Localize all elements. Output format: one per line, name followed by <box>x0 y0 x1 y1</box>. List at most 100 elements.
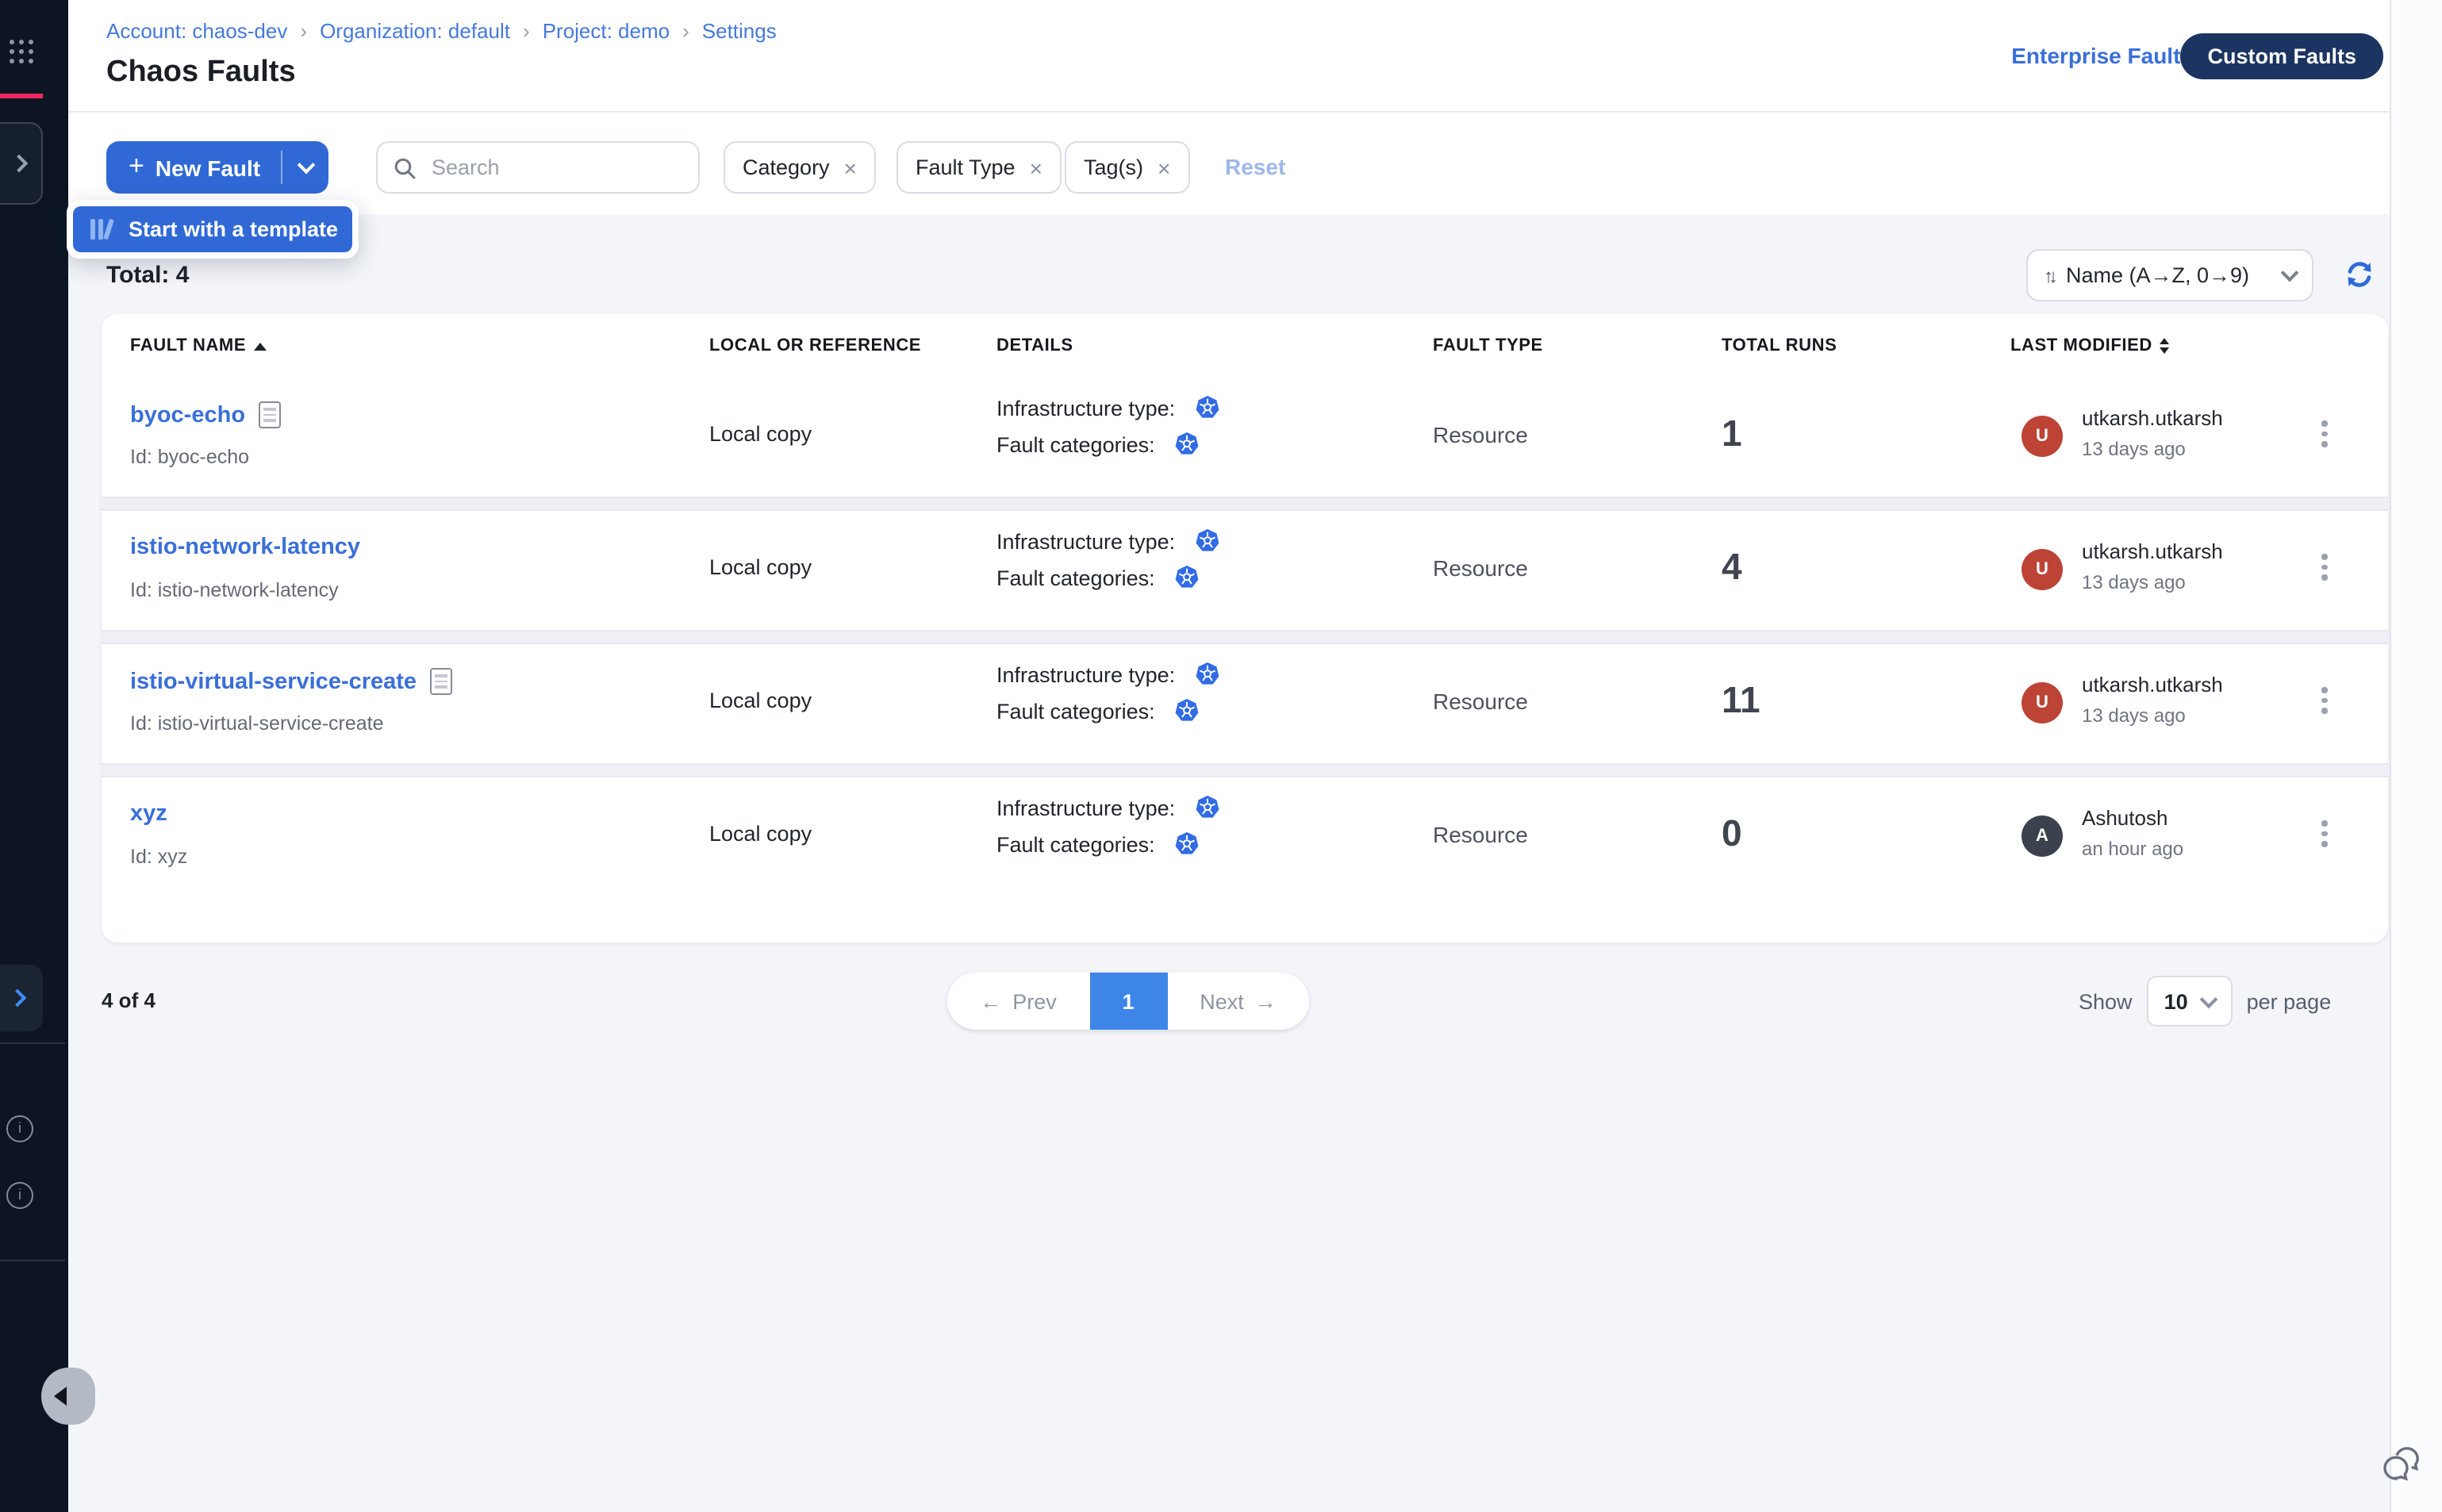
start-with-template-label: Start with a template <box>129 217 338 241</box>
sort-label: Name (A→Z, 0→9) <box>2066 263 2283 287</box>
infrastructure-type-label: Infrastructure type: <box>996 396 1175 420</box>
sort-dropdown[interactable]: ↑↓ Name (A→Z, 0→9) <box>2026 249 2313 301</box>
avatar: U <box>2022 416 2063 457</box>
table-row[interactable]: xyz Id: xyz Local copy Infrastructure ty… <box>102 777 2388 896</box>
fault-name-link[interactable]: byoc-echo <box>130 402 245 428</box>
column-fault-type: FAULT TYPE <box>1433 336 1543 355</box>
row-separator <box>102 763 2388 777</box>
search-box <box>376 141 700 194</box>
filter-chip-fault-type[interactable]: Fault Type × <box>897 141 1062 194</box>
filter-chip-tags[interactable]: Tag(s) × <box>1065 141 1189 194</box>
avatar: A <box>2022 815 2063 857</box>
info-icon[interactable] <box>6 1115 33 1142</box>
breadcrumb-separator: › <box>523 19 530 43</box>
start-with-template-menu-item[interactable]: Start with a template <box>73 206 352 252</box>
modified-time: 13 days ago <box>2082 704 2186 727</box>
close-icon[interactable]: × <box>1158 155 1170 180</box>
app-switcher-icon[interactable] <box>10 40 36 67</box>
row-separator <box>102 497 2388 511</box>
sort-both-icon <box>2160 338 2170 354</box>
fault-name-link[interactable]: istio-network-latency <box>130 535 360 560</box>
reset-filters-link[interactable]: Reset <box>1225 154 1285 179</box>
current-page-button[interactable]: 1 <box>1089 973 1167 1030</box>
kubernetes-icon <box>1174 831 1200 857</box>
total-runs-value: 1 <box>1722 413 1742 455</box>
local-or-reference-value: Local copy <box>709 555 812 579</box>
breadcrumb-separator: › <box>300 19 307 43</box>
new-fault-split-button[interactable]: + New Fault <box>106 141 328 194</box>
total-runs-value: 0 <box>1722 812 1742 855</box>
page-size-control: Show 10 per page <box>2079 976 2331 1027</box>
new-fault-dropdown-toggle[interactable] <box>282 163 328 171</box>
row-menu-button[interactable] <box>2313 687 2336 722</box>
page-title: Chaos Faults <box>106 56 296 90</box>
column-last-modified[interactable]: LAST MODIFIED <box>2010 336 2170 355</box>
prev-page-button[interactable]: ← Prev <box>947 973 1089 1030</box>
chevron-down-icon <box>297 156 315 175</box>
row-menu-button[interactable] <box>2313 420 2336 455</box>
row-menu-button[interactable] <box>2313 554 2336 589</box>
toolbar: + New Fault Category × Fault Type × <box>68 113 2442 216</box>
search-input[interactable] <box>428 154 673 181</box>
local-or-reference-value: Local copy <box>709 822 812 846</box>
column-local-or-reference: LOCAL OR REFERENCE <box>709 336 921 355</box>
sidebar-divider <box>0 1042 65 1044</box>
next-page-button[interactable]: Next → <box>1167 973 1309 1030</box>
search-icon <box>394 156 416 178</box>
help-chat-button[interactable] <box>2375 1441 2423 1488</box>
fault-id: Id: byoc-echo <box>130 446 249 468</box>
fault-id: Id: xyz <box>130 846 187 868</box>
page-size-select[interactable]: 10 <box>2147 976 2233 1027</box>
fault-name-link[interactable]: xyz <box>130 801 167 827</box>
total-count: Total: 4 <box>106 262 189 289</box>
kubernetes-icon <box>1194 395 1219 420</box>
app-root: Account: chaos-dev › Organization: defau… <box>0 0 2442 1512</box>
local-or-reference-value: Local copy <box>709 422 812 446</box>
refresh-button[interactable] <box>2344 259 2375 290</box>
new-fault-dropdown-menu: Start with a template <box>67 200 359 259</box>
sidebar-expand-button[interactable] <box>0 965 43 1031</box>
page-header: Account: chaos-dev › Organization: defau… <box>68 0 2442 113</box>
column-fault-name[interactable]: FAULT NAME <box>130 336 267 355</box>
nav-flyout-collapsed[interactable] <box>0 122 43 205</box>
breadcrumb-organization[interactable]: Organization: default <box>320 19 510 43</box>
table-row[interactable]: byoc-echo Id: byoc-echo Local copy Infra… <box>102 378 2388 497</box>
fault-id: Id: istio-virtual-service-create <box>130 712 384 735</box>
manifest-document-icon[interactable] <box>258 401 280 428</box>
filter-chip-category[interactable]: Category × <box>724 141 876 194</box>
breadcrumb-project[interactable]: Project: demo <box>543 19 670 43</box>
breadcrumb-account[interactable]: Account: chaos-dev <box>106 19 287 43</box>
sidebar-collapse-handle[interactable] <box>41 1368 95 1425</box>
chevron-right-icon <box>10 155 29 173</box>
infrastructure-type-label: Infrastructure type: <box>996 529 1175 553</box>
close-icon[interactable]: × <box>1030 155 1042 180</box>
accent-line <box>0 94 43 98</box>
info-icon[interactable] <box>6 1182 33 1209</box>
filter-chip-label: Fault Type <box>916 155 1016 179</box>
table-row[interactable]: istio-virtual-service-create Id: istio-v… <box>102 644 2388 763</box>
sort-ascending-icon <box>254 342 267 350</box>
sort-arrows-icon: ↑↓ <box>2044 264 2053 286</box>
kubernetes-icon <box>1174 432 1200 457</box>
chevron-down-icon <box>2199 990 2217 1008</box>
table-header-row: FAULT NAME LOCAL OR REFERENCE DETAILS FA… <box>102 314 2388 378</box>
breadcrumb-settings[interactable]: Settings <box>702 19 777 43</box>
manifest-document-icon[interactable] <box>429 668 451 695</box>
fault-categories-label: Fault categories: <box>996 832 1155 856</box>
chat-bubbles-icon <box>2375 1441 2423 1488</box>
custom-faults-button[interactable]: Custom Faults <box>2180 33 2383 79</box>
table-row[interactable]: istio-network-latency Id: istio-network-… <box>102 511 2388 630</box>
kubernetes-icon <box>1194 662 1219 687</box>
row-menu-button[interactable] <box>2313 820 2336 855</box>
fault-id: Id: istio-network-latency <box>130 579 339 601</box>
fault-name-link[interactable]: istio-virtual-service-create <box>130 669 417 694</box>
kubernetes-icon <box>1194 528 1219 554</box>
plus-icon: + <box>129 151 144 182</box>
enterprise-faults-link[interactable]: Enterprise Faults <box>2011 43 2193 68</box>
close-icon[interactable]: × <box>844 155 857 180</box>
kubernetes-icon <box>1194 795 1219 820</box>
kubernetes-icon <box>1174 698 1200 723</box>
breadcrumb-separator: › <box>682 19 689 43</box>
scrollbar-gutter[interactable] <box>2390 0 2442 1512</box>
show-label: Show <box>2079 989 2133 1013</box>
